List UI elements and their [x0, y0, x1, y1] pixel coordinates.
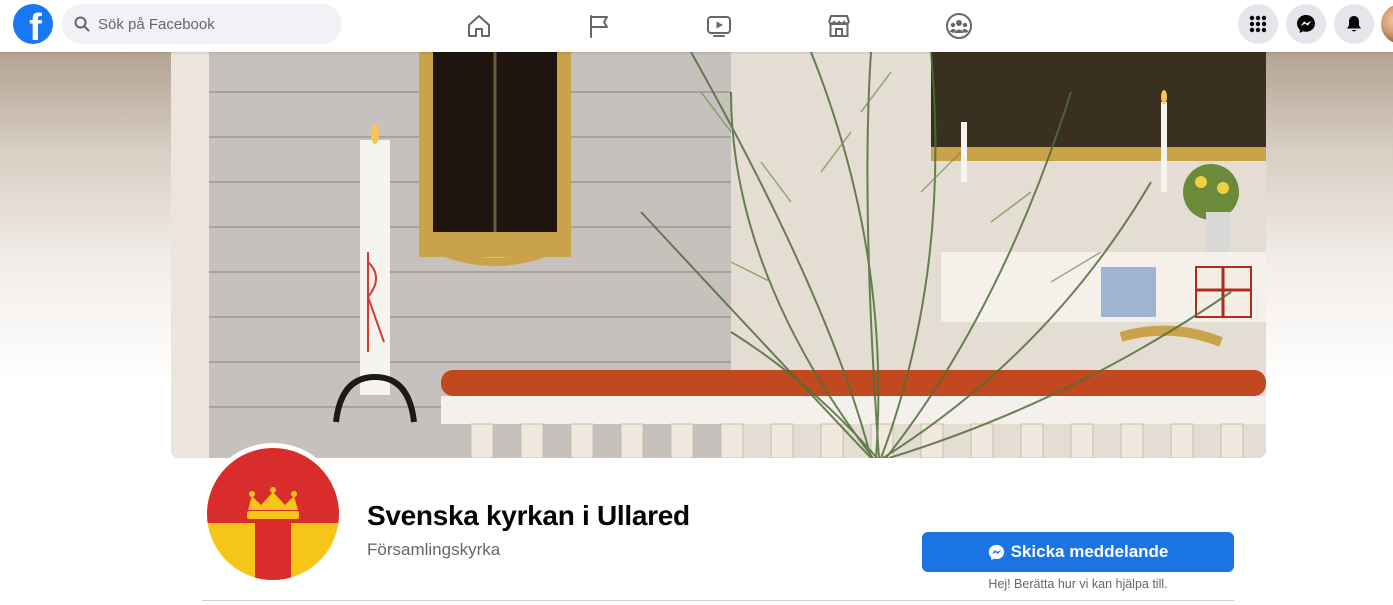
- nav-watch[interactable]: [659, 0, 779, 52]
- page-category[interactable]: Församlingskyrka: [367, 540, 500, 560]
- shop-icon: [828, 15, 850, 37]
- search-icon: [74, 16, 90, 32]
- nav-marketplace[interactable]: [779, 0, 899, 52]
- messenger-icon: [1297, 15, 1315, 33]
- bell-icon: [1347, 16, 1361, 32]
- send-message-label: Skicka meddelande: [1010, 542, 1169, 561]
- account-avatar[interactable]: [1381, 4, 1393, 44]
- page-title: Svenska kyrkan i Ullared: [367, 500, 690, 531]
- nav-groups[interactable]: [899, 0, 1019, 52]
- header-divider: [202, 600, 1234, 601]
- menu-button[interactable]: [1238, 4, 1278, 44]
- video-play-icon: [707, 16, 731, 37]
- notifications-button[interactable]: [1334, 4, 1374, 44]
- send-message-button[interactable]: Skicka meddelande: [922, 532, 1234, 572]
- groups-icon: [946, 13, 972, 39]
- nav-home[interactable]: [419, 0, 539, 52]
- main-navigation: [419, 0, 1019, 52]
- cover-photo-image: [171, 52, 1266, 458]
- top-navigation-bar: f: [0, 0, 1393, 52]
- search-box[interactable]: [62, 4, 342, 44]
- facebook-logo-letter: f: [29, 7, 42, 44]
- page-profile-picture[interactable]: [202, 443, 344, 585]
- flag-icon: [590, 15, 608, 38]
- search-input[interactable]: [98, 15, 328, 33]
- cover-photo[interactable]: [171, 52, 1266, 458]
- message-hint: Hej! Berätta hur vi kan hjälpa till.: [988, 577, 1168, 591]
- facebook-logo[interactable]: f: [13, 4, 53, 44]
- messenger-icon: [988, 544, 1004, 560]
- home-icon: [468, 15, 490, 37]
- grid-menu-icon: [1249, 15, 1267, 33]
- church-logo: [207, 448, 339, 580]
- nav-pages[interactable]: [539, 0, 659, 52]
- messenger-button[interactable]: [1286, 4, 1326, 44]
